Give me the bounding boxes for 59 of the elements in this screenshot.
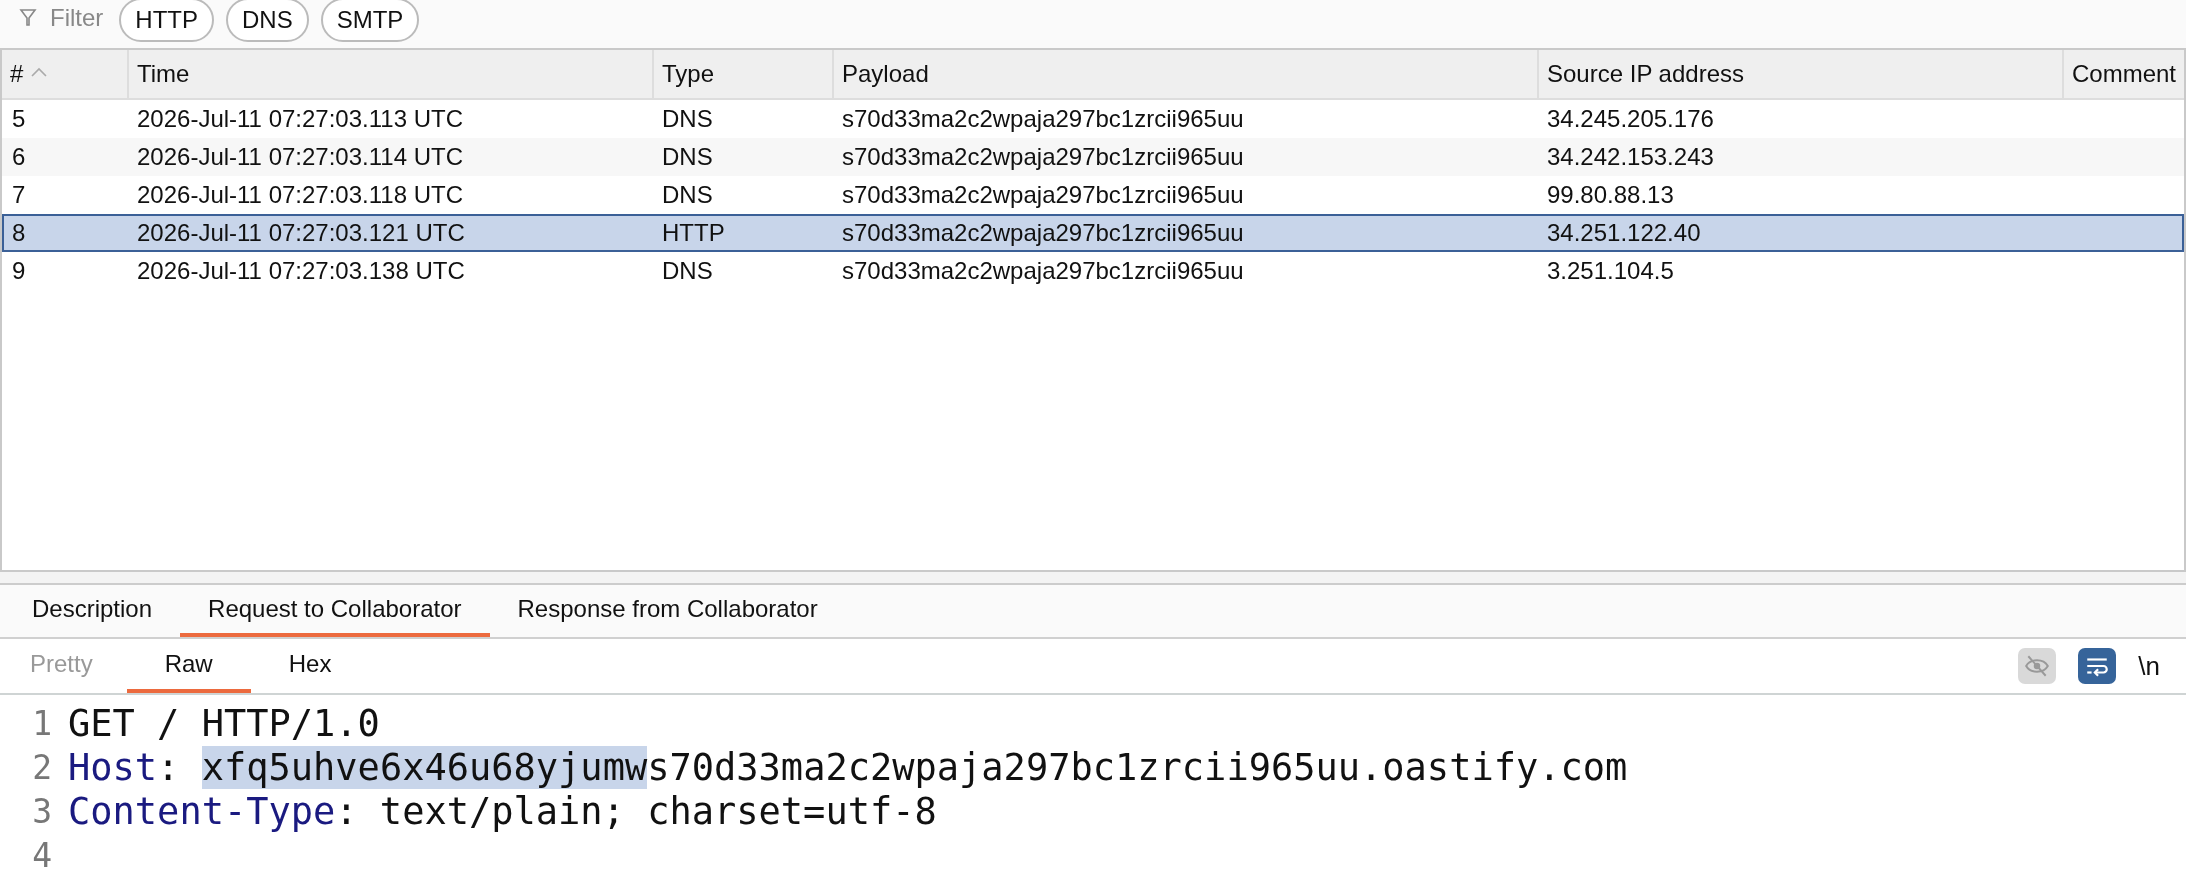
table-cell-text: 2026-Jul-11 07:27:03.121 UTC: [136, 219, 466, 247]
table-cell-text: 9: [11, 257, 27, 285]
column-header[interactable]: Type: [652, 50, 832, 98]
filter-label: Filter: [50, 4, 104, 32]
sort-ascending-icon: [31, 67, 48, 77]
table-cell-text: s70d33ma2c2wpaja297bc1zrcii965uu: [841, 219, 1245, 247]
tab[interactable]: Request to Collaborator: [180, 585, 490, 637]
table-row[interactable]: 7 2026-Jul-11 07:27:03.118 UTC DNS s70d33ma2c2wpaja297bc1zrcii965uu 99.80.88.13: [2, 176, 2184, 214]
code-editor[interactable]: 1 GET / HTTP/1.0 2 Host: xfq5uhve6x46u68yjumws70d33ma2c2wpaja297bc1zrcii965uu.oastify.com 3 Content-Type: text/plain; charset=utf-8 4: [0, 695, 2186, 896]
table-cell-text: 8: [11, 219, 27, 247]
filter-chip[interactable]: HTTP: [119, 0, 214, 42]
table-cell-text: 34.245.205.176: [1546, 105, 1715, 133]
table-cell-text: 6: [11, 143, 27, 171]
line-number: 3: [31, 791, 53, 831]
table-row[interactable]: 6 2026-Jul-11 07:27:03.114 UTC DNS s70d33ma2c2wpaja297bc1zrcii965uu 34.242.153.243: [2, 138, 2184, 176]
show-newlines-button[interactable]: \n: [2138, 648, 2160, 684]
word-wrap-button[interactable]: [2078, 648, 2117, 684]
filter-chip[interactable]: SMTP: [320, 0, 420, 42]
hide-toggle-button[interactable]: [2018, 648, 2057, 684]
table-cell-text: s70d33ma2c2wpaja297bc1zrcii965uu: [841, 181, 1245, 209]
code-line: GET / HTTP/1.0: [68, 701, 380, 745]
table-cell-text: 5: [11, 105, 27, 133]
table-cell-text: 3.251.104.5: [1546, 257, 1675, 285]
filter-chip[interactable]: DNS: [226, 0, 309, 42]
tab[interactable]: Description: [4, 585, 181, 637]
table-row[interactable]: 9 2026-Jul-11 07:27:03.138 UTC DNS s70d33ma2c2wpaja297bc1zrcii965uu 3.251.104.5: [2, 252, 2184, 290]
table-cell-text: DNS: [661, 257, 714, 285]
table-cell-text: 99.80.88.13: [1546, 181, 1675, 209]
view-tab[interactable]: Raw: [126, 639, 251, 693]
table-cell-text: 7: [11, 181, 27, 209]
filter-icon[interactable]: [18, 8, 38, 28]
table-cell-text: 34.251.122.40: [1546, 219, 1702, 247]
table-cell-text: DNS: [661, 143, 714, 171]
table-cell-text: s70d33ma2c2wpaja297bc1zrcii965uu: [841, 105, 1245, 133]
line-number: 2: [31, 747, 53, 787]
table-cell-text: 2026-Jul-11 07:27:03.113 UTC: [136, 105, 464, 133]
column-header[interactable]: Time: [127, 50, 652, 98]
table-row[interactable]: 8 2026-Jul-11 07:27:03.121 UTC HTTP s70d33ma2c2wpaja297bc1zrcii965uu 34.251.122.40: [2, 214, 2184, 252]
table-cell-text: 2026-Jul-11 07:27:03.118 UTC: [136, 181, 464, 209]
table-cell-text: 2026-Jul-11 07:27:03.114 UTC: [136, 143, 464, 171]
table-cell-text: 2026-Jul-11 07:27:03.138 UTC: [136, 257, 466, 285]
code-line: Content-Type: text/plain; charset=utf-8: [68, 789, 937, 833]
view-tab[interactable]: Hex: [250, 639, 370, 693]
line-number: 1: [31, 703, 53, 743]
line-number: 4: [31, 835, 53, 875]
table-row[interactable]: 5 2026-Jul-11 07:27:03.113 UTC DNS s70d33ma2c2wpaja297bc1zrcii965uu 34.245.205.176: [2, 100, 2184, 138]
tab[interactable]: Response from Collaborator: [489, 585, 846, 637]
table-cell-text: s70d33ma2c2wpaja297bc1zrcii965uu: [841, 257, 1245, 285]
column-header[interactable]: Payload: [832, 50, 1537, 98]
table-cell-text: 34.242.153.243: [1546, 143, 1715, 171]
column-header[interactable]: Comment: [2062, 50, 2184, 98]
table-cell-text: s70d33ma2c2wpaja297bc1zrcii965uu: [841, 143, 1245, 171]
column-header[interactable]: Source IP address: [1537, 50, 2062, 98]
table-cell-text: DNS: [661, 181, 714, 209]
table-cell-text: HTTP: [661, 219, 726, 247]
column-header[interactable]: #: [2, 50, 127, 98]
eye-slash-icon: [2024, 653, 2051, 679]
code-line: Host: xfq5uhve6x46u68yjumws70d33ma2c2wpaja297bc1zrcii965uu.oastify.com: [68, 745, 1628, 789]
table-cell-text: DNS: [661, 105, 714, 133]
